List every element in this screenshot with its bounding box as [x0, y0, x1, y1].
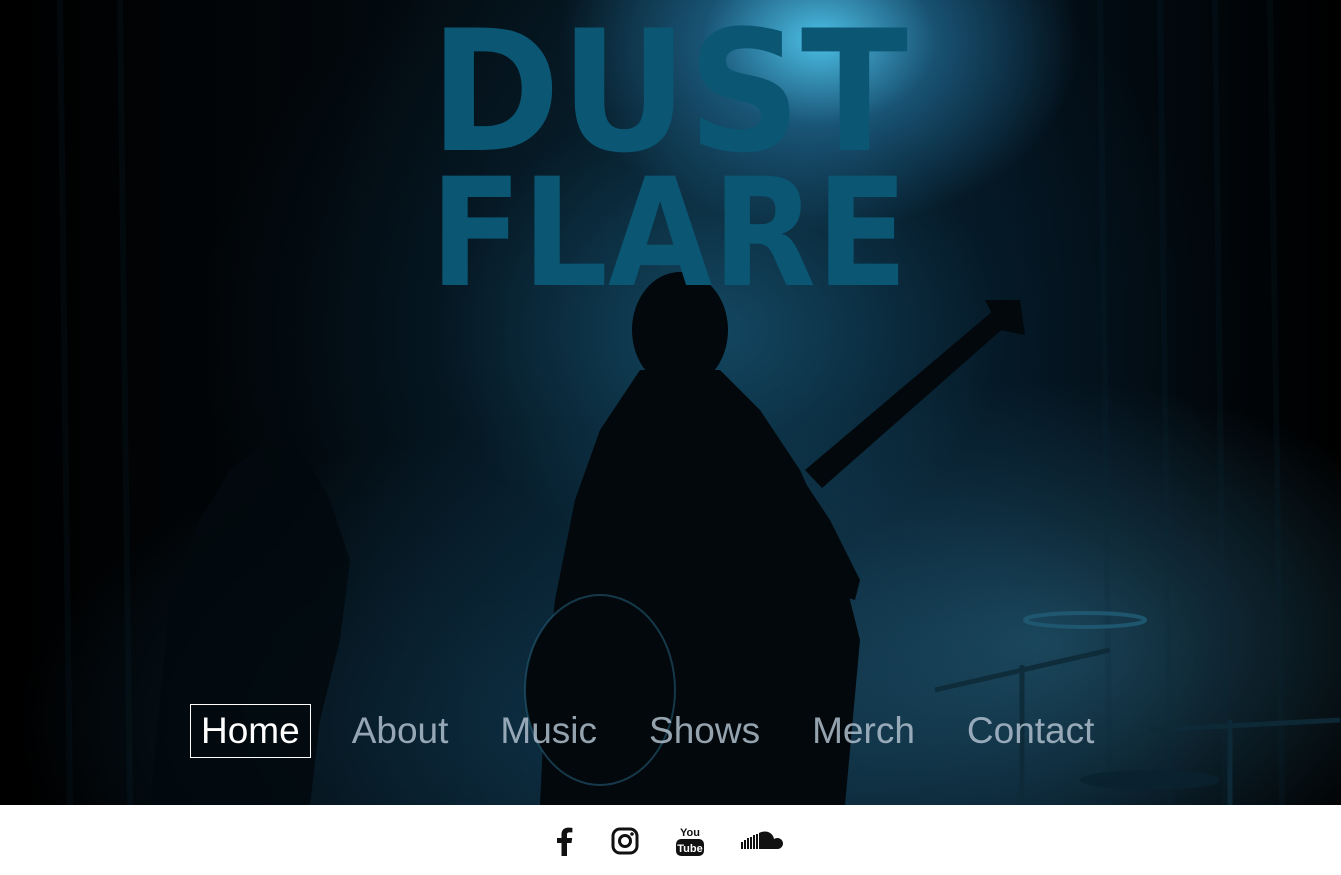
- main-nav: Home About Music Shows Merch Contact: [190, 704, 1135, 758]
- instagram-icon[interactable]: [609, 823, 641, 859]
- nav-merch[interactable]: Merch: [801, 704, 926, 758]
- svg-text:You: You: [680, 827, 700, 839]
- hero-banner: DUST FLARE Home About Music Shows Merch …: [0, 0, 1341, 805]
- logo-line-2: FLARE: [430, 147, 908, 286]
- nav-contact[interactable]: Contact: [956, 704, 1106, 758]
- nav-music[interactable]: Music: [489, 704, 608, 758]
- band-logo: DUST FLARE: [430, 12, 908, 286]
- youtube-icon[interactable]: You Tube: [673, 823, 707, 859]
- social-bar: You Tube: [0, 805, 1341, 875]
- nav-home[interactable]: Home: [190, 704, 311, 758]
- nav-about[interactable]: About: [341, 704, 460, 758]
- facebook-icon[interactable]: [550, 823, 578, 859]
- soundcloud-icon[interactable]: [740, 823, 784, 859]
- svg-text:Tube: Tube: [677, 843, 702, 855]
- nav-shows[interactable]: Shows: [638, 704, 771, 758]
